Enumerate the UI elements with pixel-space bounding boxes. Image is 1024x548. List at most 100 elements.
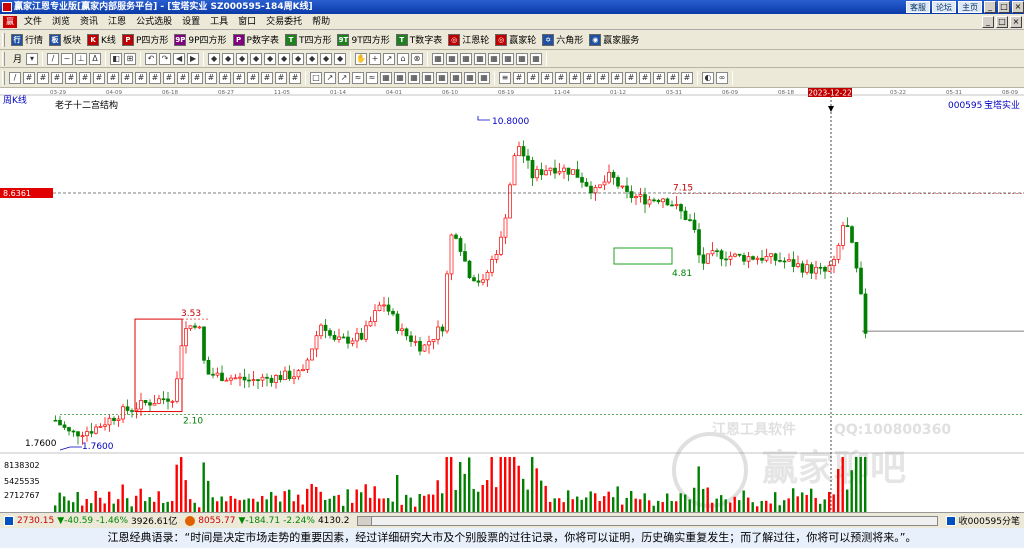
- menu-logo-icon[interactable]: 赢: [3, 15, 17, 28]
- toolbar3-tool-0-5-icon[interactable]: #: [79, 71, 91, 84]
- toolbar3-tool-0-10-icon[interactable]: #: [149, 71, 161, 84]
- kline-chart[interactable]: 03-29 04-09 06-18 08-27 11-05 01-14 04-01 06-10…: [0, 88, 1024, 512]
- toolbar2-tool-0-3-icon[interactable]: Δ: [89, 52, 102, 65]
- menu-item-0[interactable]: 文件: [19, 14, 47, 30]
- service-link[interactable]: 客服: [906, 1, 930, 13]
- toolbar2-tool-5-6-icon[interactable]: ▦: [516, 52, 529, 65]
- toolbar3-tool-0-13-icon[interactable]: #: [191, 71, 203, 84]
- toolbar3-tool-0-9-icon[interactable]: #: [135, 71, 147, 84]
- toolbar3-tool-2-6-icon[interactable]: #: [583, 71, 595, 84]
- toolbar2-tool-1-0-icon[interactable]: ◧: [110, 52, 123, 65]
- toolbar-button-8[interactable]: T T数字表: [393, 31, 446, 49]
- toolbar3-tool-0-14-icon[interactable]: #: [205, 71, 217, 84]
- minimize-button[interactable]: _: [984, 1, 996, 13]
- toolbar-button-9[interactable]: ◎ 江恩轮: [445, 31, 492, 49]
- toolbar3-tool-0-3-icon[interactable]: #: [51, 71, 63, 84]
- toolbar2-tool-3-7-icon[interactable]: ◆: [306, 52, 319, 65]
- toolbar2-tool-5-5-icon[interactable]: ▦: [502, 52, 515, 65]
- toolbar3-tool-1-12-icon[interactable]: ▦: [478, 71, 490, 84]
- toolbar3-tool-0-1-icon[interactable]: #: [23, 71, 35, 84]
- toolbar3-tool-1-6-icon[interactable]: ▦: [394, 71, 406, 84]
- toolbar3-tool-1-10-icon[interactable]: ▦: [450, 71, 462, 84]
- toolbar3-tool-2-0-icon[interactable]: ≡: [499, 71, 511, 84]
- toolbar2-tool-2-2-icon[interactable]: ◀: [173, 52, 186, 65]
- toolbar3-tool-2-1-icon[interactable]: #: [513, 71, 525, 84]
- toolbar3-tool-1-8-icon[interactable]: ▦: [422, 71, 434, 84]
- toolbar3-tool-3-1-icon[interactable]: ∞: [716, 71, 728, 84]
- toolbar3-tool-1-4-icon[interactable]: ≈: [366, 71, 378, 84]
- toolbar2-tool-0-2-icon[interactable]: ⊥: [75, 52, 88, 65]
- toolbar3-tool-0-7-icon[interactable]: #: [107, 71, 119, 84]
- mdi-close-button[interactable]: ×: [1010, 16, 1022, 28]
- toolbar3-tool-2-10-icon[interactable]: #: [639, 71, 651, 84]
- toolbar3-tool-2-8-icon[interactable]: #: [611, 71, 623, 84]
- toolbar3-tool-1-7-icon[interactable]: ▦: [408, 71, 420, 84]
- toolbar-button-4[interactable]: 9P 9P四方形: [171, 31, 229, 49]
- toolbar-button-7[interactable]: 9T 9T四方形: [334, 31, 392, 49]
- status-right[interactable]: 收000595分笔: [942, 514, 1024, 527]
- toolbar3-tool-0-18-icon[interactable]: #: [261, 71, 273, 84]
- toolbar3-tool-0-2-icon[interactable]: #: [37, 71, 49, 84]
- toolbar3-tool-1-2-icon[interactable]: ↗: [338, 71, 350, 84]
- toolbar3-tool-0-6-icon[interactable]: #: [93, 71, 105, 84]
- toolbar2-tool-4-4-icon[interactable]: ⊗: [411, 52, 424, 65]
- toolbar-button-3[interactable]: P P四方形: [119, 31, 171, 49]
- toolbar3-tool-1-0-icon[interactable]: □: [310, 71, 322, 84]
- toolbar2-tool-0-1-icon[interactable]: ~: [61, 52, 74, 65]
- toolbar3-tool-2-4-icon[interactable]: #: [555, 71, 567, 84]
- maximize-button[interactable]: □: [998, 1, 1010, 13]
- toolbar3-tool-0-16-icon[interactable]: #: [233, 71, 245, 84]
- toolbar3-tool-1-1-icon[interactable]: ↗: [324, 71, 336, 84]
- toolbar2-tool-3-0-icon[interactable]: ◆: [208, 52, 221, 65]
- menu-item-9[interactable]: 帮助: [307, 14, 335, 30]
- toolbar2-tool-4-3-icon[interactable]: ⌂: [397, 52, 410, 65]
- toolbar2-tool-3-1-icon[interactable]: ◆: [222, 52, 235, 65]
- menu-item-8[interactable]: 交易委托: [261, 14, 307, 30]
- status-scrollbar[interactable]: [357, 515, 938, 526]
- toolbar2-tool-3-5-icon[interactable]: ◆: [278, 52, 291, 65]
- mdi-minimize-button[interactable]: _: [982, 16, 994, 28]
- toolbar2-tool-2-1-icon[interactable]: ↷: [159, 52, 172, 65]
- toolbar3-tool-2-12-icon[interactable]: #: [667, 71, 679, 84]
- toolbar2-tool-4-2-icon[interactable]: ↗: [383, 52, 396, 65]
- toolbar2-tool-2-3-icon[interactable]: ▶: [187, 52, 200, 65]
- toolbar3-tool-2-13-icon[interactable]: #: [681, 71, 693, 84]
- chart-area[interactable]: 03-29 04-09 06-18 08-27 11-05 01-14 04-01 06-10…: [0, 88, 1024, 512]
- homepage-link[interactable]: 主页: [958, 1, 982, 13]
- toolbar2-tool-5-3-icon[interactable]: ▦: [474, 52, 487, 65]
- toolbar3-tool-0-19-icon[interactable]: #: [275, 71, 287, 84]
- toolbar2-tool-3-6-icon[interactable]: ◆: [292, 52, 305, 65]
- toolbar-button-6[interactable]: T T四方形: [282, 31, 335, 49]
- toolbar3-tool-2-5-icon[interactable]: #: [569, 71, 581, 84]
- menu-item-7[interactable]: 窗口: [233, 14, 261, 30]
- menu-item-3[interactable]: 江恩: [103, 14, 131, 30]
- toolbar3-tool-0-4-icon[interactable]: #: [65, 71, 77, 84]
- toolbar2-tool-5-2-icon[interactable]: ▦: [460, 52, 473, 65]
- toolbar-grip[interactable]: [2, 32, 5, 47]
- toolbar3-tool-0-8-icon[interactable]: #: [121, 71, 133, 84]
- toolbar3-tool-1-11-icon[interactable]: ▦: [464, 71, 476, 84]
- toolbar2-tool-5-4-icon[interactable]: ▦: [488, 52, 501, 65]
- mdi-restore-button[interactable]: □: [996, 16, 1008, 28]
- toolbar2-tool-2-0-icon[interactable]: ↶: [145, 52, 158, 65]
- menu-item-1[interactable]: 浏览: [47, 14, 75, 30]
- menu-item-5[interactable]: 设置: [177, 14, 205, 30]
- forum-link[interactable]: 论坛: [932, 1, 956, 13]
- toolbar3-tool-3-0-icon[interactable]: ◐: [702, 71, 714, 84]
- toolbar-button-12[interactable]: ◉ 赢家服务: [586, 31, 642, 49]
- toolbar2-tool-4-0-icon[interactable]: ✋: [355, 52, 368, 65]
- menu-item-2[interactable]: 资讯: [75, 14, 103, 30]
- toolbar3-tool-2-3-icon[interactable]: #: [541, 71, 553, 84]
- toolbar3-tool-0-20-icon[interactable]: #: [289, 71, 301, 84]
- toolbar-button-11[interactable]: ✡ 六角形: [539, 31, 586, 49]
- menu-item-4[interactable]: 公式选股: [131, 14, 177, 30]
- close-button[interactable]: ×: [1012, 1, 1024, 13]
- toolbar-button-0[interactable]: 行行情: [8, 31, 46, 49]
- toolbar2-tool-5-0-icon[interactable]: ▦: [432, 52, 445, 65]
- status-scroll-thumb[interactable]: [358, 516, 373, 525]
- toolbar3-tool-2-2-icon[interactable]: #: [527, 71, 539, 84]
- toolbar-button-10[interactable]: ◎ 赢家轮: [492, 31, 539, 49]
- toolbar3-tool-0-0-icon[interactable]: /: [9, 71, 21, 84]
- toolbar3-tool-1-5-icon[interactable]: ▦: [380, 71, 392, 84]
- period-dropdown-icon[interactable]: ▾: [26, 52, 39, 65]
